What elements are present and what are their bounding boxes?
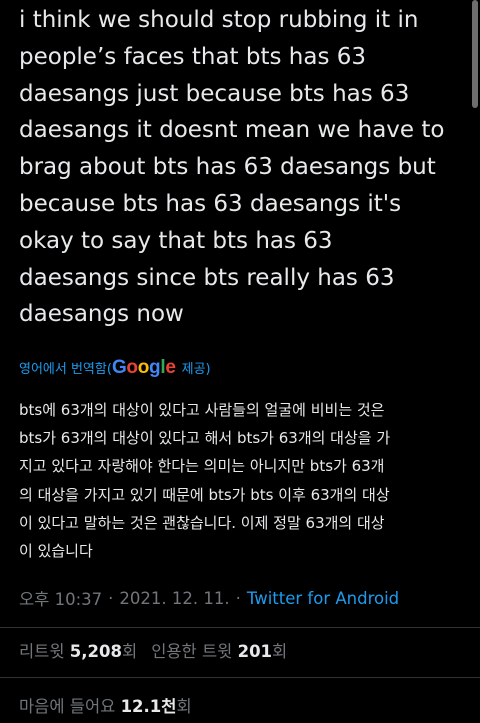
- meta-separator: ·: [108, 588, 114, 608]
- retweets-count: 5,208: [69, 642, 122, 661]
- divider: [0, 677, 480, 678]
- likes-label: 마음에 들어요: [19, 697, 116, 716]
- translated-text: bts에 63개의 대상이 있다고 사람들의 얼굴에 비비는 것은 bts가 6…: [19, 396, 463, 565]
- translated-text-line: bts가 63개의 대상이 있다고 해서 bts가 63개의 대상을 가: [19, 429, 391, 448]
- google-letter: G: [111, 357, 127, 378]
- google-letter: g: [149, 357, 161, 378]
- retweets-unit: 회: [122, 642, 138, 661]
- likes-unit: 회: [176, 697, 192, 716]
- tweet-text-line: daesangs since bts really has 63: [19, 264, 395, 291]
- likes-stat[interactable]: 마음에 들어요 12.1천 회: [19, 692, 192, 718]
- tweet-text-line: daesangs now: [19, 301, 184, 328]
- translation-suffix: 제공): [181, 361, 211, 377]
- translated-text-line: 지고 있다고 자랑해야 한다는 의미는 아니지만 bts가 63개: [19, 457, 385, 476]
- translation-prefix: 영어에서 번역함(: [19, 361, 112, 377]
- divider: [0, 627, 480, 628]
- tweet-text-line: daesangs just because bts has 63: [19, 80, 410, 107]
- translated-text-line: 이 있습니다: [19, 542, 93, 561]
- meta-separator: ·: [235, 588, 241, 608]
- tweet-text-line: brag about bts has 63 daesangs but: [19, 154, 436, 181]
- quotes-label: 인용한 트윗: [151, 642, 233, 661]
- tweet-text-line: daesangs it doesnt mean we have to: [19, 117, 445, 144]
- tweet-time[interactable]: 오후 10:37: [19, 586, 102, 610]
- translated-text-line: 의 대상을 가지고 있기 때문에 bts가 bts 이후 63개의 대상: [19, 485, 390, 504]
- retweets-label: 리트윗: [19, 642, 65, 661]
- google-letter: o: [126, 357, 138, 378]
- likes-count: 12.1천: [120, 697, 177, 716]
- google-letter: e: [165, 357, 176, 378]
- quotes-stat[interactable]: 인용한 트윗 201회: [151, 638, 287, 662]
- tweet-text-line: because bts has 63 daesangs it's: [19, 190, 402, 217]
- google-letter: o: [137, 357, 150, 378]
- google-logo: Google: [112, 357, 176, 379]
- tweet-source-link[interactable]: Twitter for Android: [247, 589, 399, 608]
- tweet-text-line: i think we should stop rubbing it in: [19, 7, 419, 33]
- tweet-text-line: okay to say that bts has 63: [19, 227, 333, 254]
- translation-attribution[interactable]: 영어에서 번역함( Google 제공): [19, 355, 211, 379]
- scrollbar[interactable]: [472, 0, 478, 108]
- translated-text-line: bts에 63개의 대상이 있다고 사람들의 얼굴에 비비는 것은: [19, 401, 385, 419]
- translated-text-line: 이 있다고 말하는 것은 괜찮습니다. 이제 정말 63개의 대상: [19, 513, 385, 532]
- engagement-stats: 리트윗 5,208회 인용한 트윗 201회: [19, 637, 287, 663]
- tweet-meta: 오후 10:37 · 2021. 12. 11. · Twitter for A…: [19, 585, 399, 611]
- quotes-count: 201: [237, 642, 273, 661]
- quotes-unit: 회: [272, 642, 288, 661]
- tweet-date[interactable]: 2021. 12. 11.: [119, 589, 229, 608]
- tweet-text: i think we should stop rubbing it in peo…: [19, 2, 471, 333]
- tweet-text-line: people’s faces that bts has 63: [19, 43, 367, 70]
- retweets-stat[interactable]: 리트윗 5,208회: [19, 638, 151, 662]
